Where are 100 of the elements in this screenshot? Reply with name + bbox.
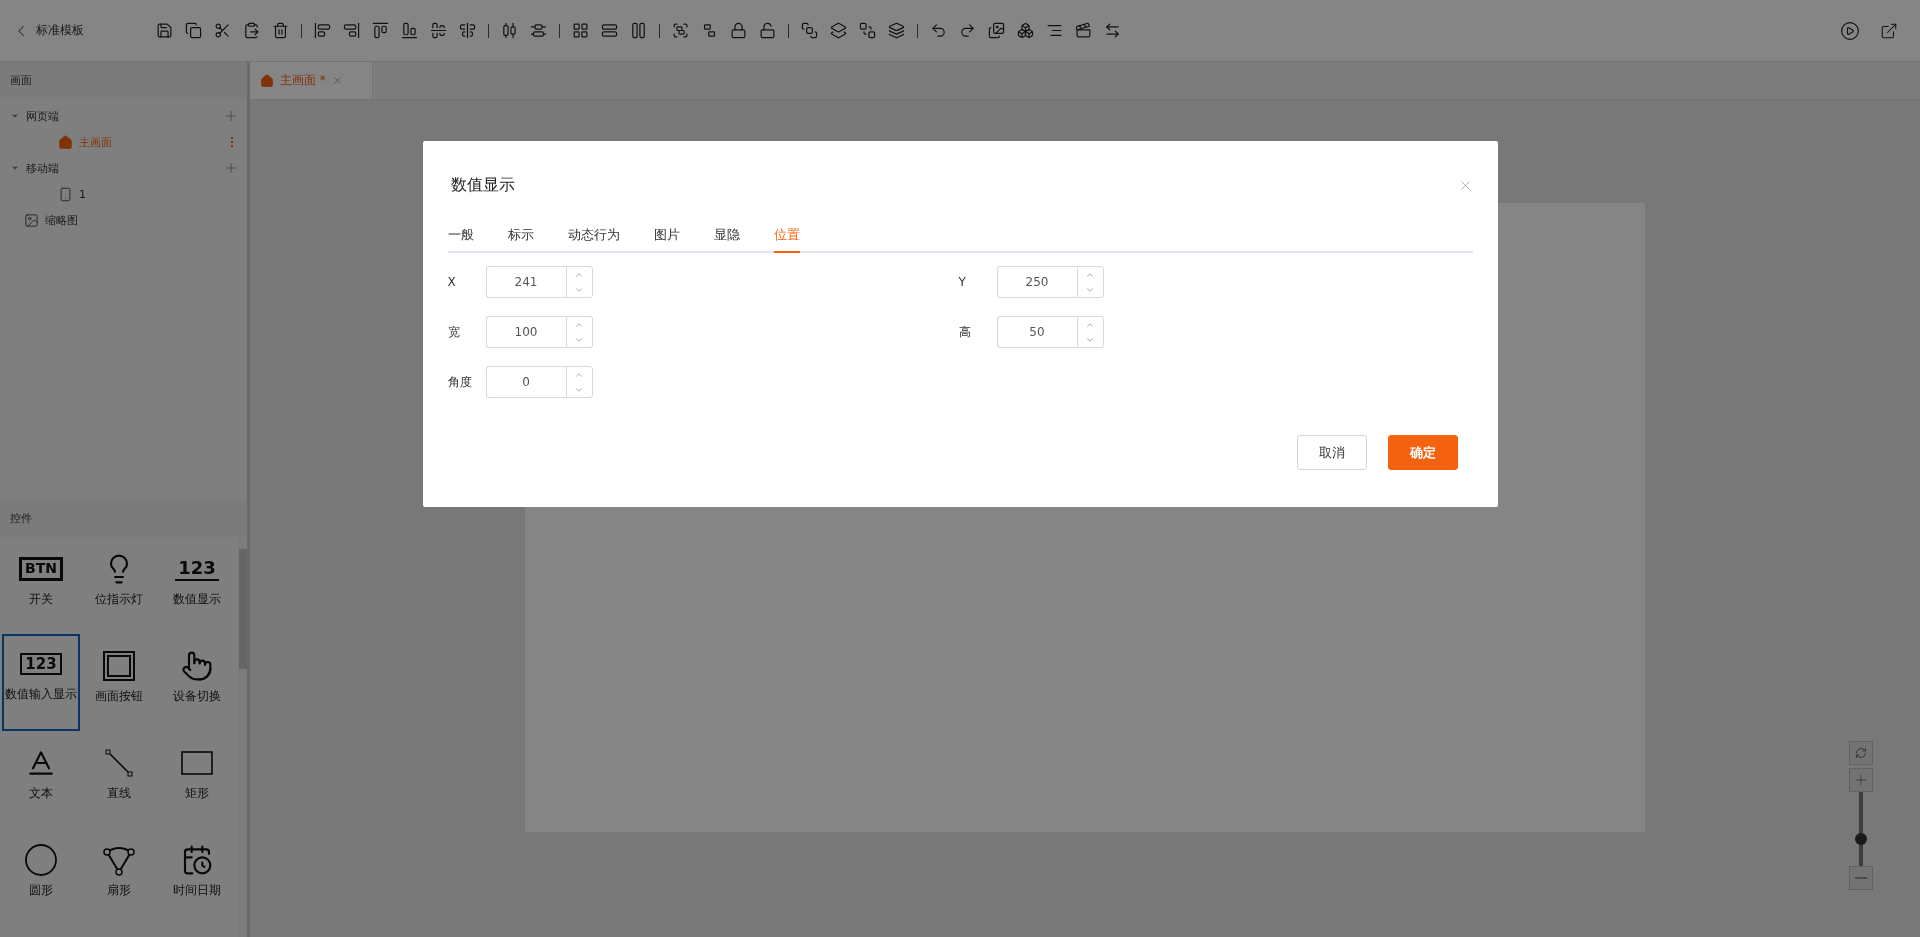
field-label: 角度 xyxy=(447,373,473,391)
dialog-tab[interactable]: 位置 xyxy=(773,222,800,253)
control-item[interactable]: 文本 xyxy=(2,731,80,828)
same-height-icon[interactable] xyxy=(601,22,618,39)
field-label: 高 xyxy=(958,323,972,341)
minus-icon xyxy=(1855,877,1867,879)
number-input[interactable]: 100 xyxy=(485,316,566,348)
swap-icon[interactable] xyxy=(1104,22,1121,39)
ungroup-icon[interactable] xyxy=(701,22,718,39)
send-backward-icon[interactable] xyxy=(888,22,905,39)
number-input[interactable]: 50 xyxy=(996,316,1077,348)
bring-forward-icon[interactable] xyxy=(830,22,847,39)
number-input[interactable]: 250 xyxy=(996,266,1077,298)
bring-to-front-icon[interactable] xyxy=(801,22,818,39)
align-middle-icon[interactable] xyxy=(430,22,447,39)
control-label: 矩形 xyxy=(184,785,210,802)
same-width-icon[interactable] xyxy=(630,22,647,39)
field-label: X xyxy=(447,275,457,289)
control-item[interactable]: 直线 xyxy=(80,731,158,828)
cut-icon[interactable] xyxy=(214,22,231,39)
tree-item[interactable]: 缩略图 xyxy=(0,207,247,233)
field-label: Y xyxy=(958,275,967,289)
distribute-horizontal-icon[interactable] xyxy=(501,22,518,39)
control-item[interactable]: 位指示灯 xyxy=(80,537,158,634)
rectangle-icon xyxy=(181,751,213,775)
play-icon[interactable] xyxy=(1840,20,1860,41)
control-item[interactable]: 扇形 xyxy=(80,828,158,925)
dialog-title: 数值显示 xyxy=(450,175,515,196)
control-label: 文本 xyxy=(28,785,54,802)
control-item[interactable]: 时间日期 xyxy=(158,828,236,925)
calendar-clock-icon xyxy=(181,844,213,876)
control-label: 时间日期 xyxy=(172,882,222,899)
collapse-caret-icon[interactable] xyxy=(10,111,20,121)
align-bottom-icon[interactable] xyxy=(401,22,418,39)
control-item[interactable]: 矩形 xyxy=(158,731,236,828)
refresh-icon xyxy=(1855,747,1867,759)
unlock-icon[interactable] xyxy=(759,22,776,39)
control-item[interactable]: 圆形 xyxy=(2,828,80,925)
panel-header: 控件 xyxy=(0,500,247,537)
cubes-icon[interactable] xyxy=(1017,22,1034,39)
clapperboard-icon[interactable] xyxy=(1075,22,1092,39)
control-item[interactable]: 设备切换 xyxy=(158,634,236,731)
control-label: 数值显示 xyxy=(172,591,222,608)
phone-icon xyxy=(58,186,73,202)
redo-icon[interactable] xyxy=(959,22,976,39)
tree-item[interactable]: 1 xyxy=(0,181,247,207)
group-icon[interactable] xyxy=(672,22,689,39)
save-icon[interactable] xyxy=(156,22,173,39)
frame-icon xyxy=(103,651,135,681)
tree-item-label: 主画面 xyxy=(79,134,113,150)
collapse-caret-icon[interactable] xyxy=(10,163,20,173)
tree-item[interactable]: 移动端 xyxy=(0,155,247,181)
undo-icon[interactable] xyxy=(930,22,947,39)
control-item[interactable]: 123 数值输入显示 xyxy=(2,634,80,731)
grid-icon[interactable] xyxy=(572,22,589,39)
control-item[interactable]: BTN 开关 xyxy=(2,537,80,634)
confirm-button[interactable]: 确定 xyxy=(1387,435,1458,470)
plus-icon xyxy=(1853,772,1869,788)
align-left-icon[interactable] xyxy=(314,22,331,39)
circle-icon xyxy=(25,844,57,876)
copy-icon[interactable] xyxy=(185,22,202,39)
dialog-tab[interactable]: 图片 xyxy=(653,222,680,253)
btn-icon: BTN xyxy=(19,557,63,581)
align-right-icon[interactable] xyxy=(343,22,360,39)
dialog-tab[interactable]: 一般 xyxy=(447,222,474,253)
control-label: 开关 xyxy=(28,591,54,608)
control-label: 直线 xyxy=(106,785,132,802)
cancel-button[interactable]: 取消 xyxy=(1296,435,1367,470)
number-input[interactable]: 241 xyxy=(485,266,566,298)
dialog-tab[interactable]: 标示 xyxy=(507,222,534,253)
app-title: 标准模板 xyxy=(36,22,84,39)
align-top-icon[interactable] xyxy=(372,22,389,39)
paste-icon[interactable] xyxy=(243,22,260,39)
align-right-bar-icon[interactable] xyxy=(1046,22,1063,39)
align-center-icon[interactable] xyxy=(459,22,476,39)
image-icon xyxy=(24,212,39,228)
dialog-tab[interactable]: 动态行为 xyxy=(567,222,620,253)
tree-item[interactable]: 网页端 xyxy=(0,103,247,129)
control-label: 设备切换 xyxy=(172,688,222,705)
delete-icon[interactable] xyxy=(272,22,289,39)
images-icon[interactable] xyxy=(988,22,1005,39)
lock-icon[interactable] xyxy=(730,22,747,39)
control-label: 圆形 xyxy=(28,882,54,899)
control-label: 数值输入显示 xyxy=(4,686,78,703)
sector-icon xyxy=(103,844,135,876)
control-label: 扇形 xyxy=(106,882,132,899)
line-icon xyxy=(105,749,133,777)
field-label: 宽 xyxy=(447,323,461,341)
send-to-back-icon[interactable] xyxy=(859,22,876,39)
external-link-icon[interactable] xyxy=(1880,21,1898,40)
tree-item-label: 移动端 xyxy=(26,160,60,176)
number-input[interactable]: 0 xyxy=(485,366,566,398)
panel-header: 画面 xyxy=(0,62,247,99)
document-tab-label: 主画面 * xyxy=(280,72,326,89)
document-tab[interactable]: 主画面 * xyxy=(250,62,373,99)
distribute-vertical-icon[interactable] xyxy=(530,22,547,39)
pointer-icon xyxy=(181,650,213,682)
control-item[interactable]: 123 数值显示 xyxy=(158,537,236,634)
control-item[interactable]: 画面按钮 xyxy=(80,634,158,731)
dialog-tab[interactable]: 显隐 xyxy=(713,222,740,253)
